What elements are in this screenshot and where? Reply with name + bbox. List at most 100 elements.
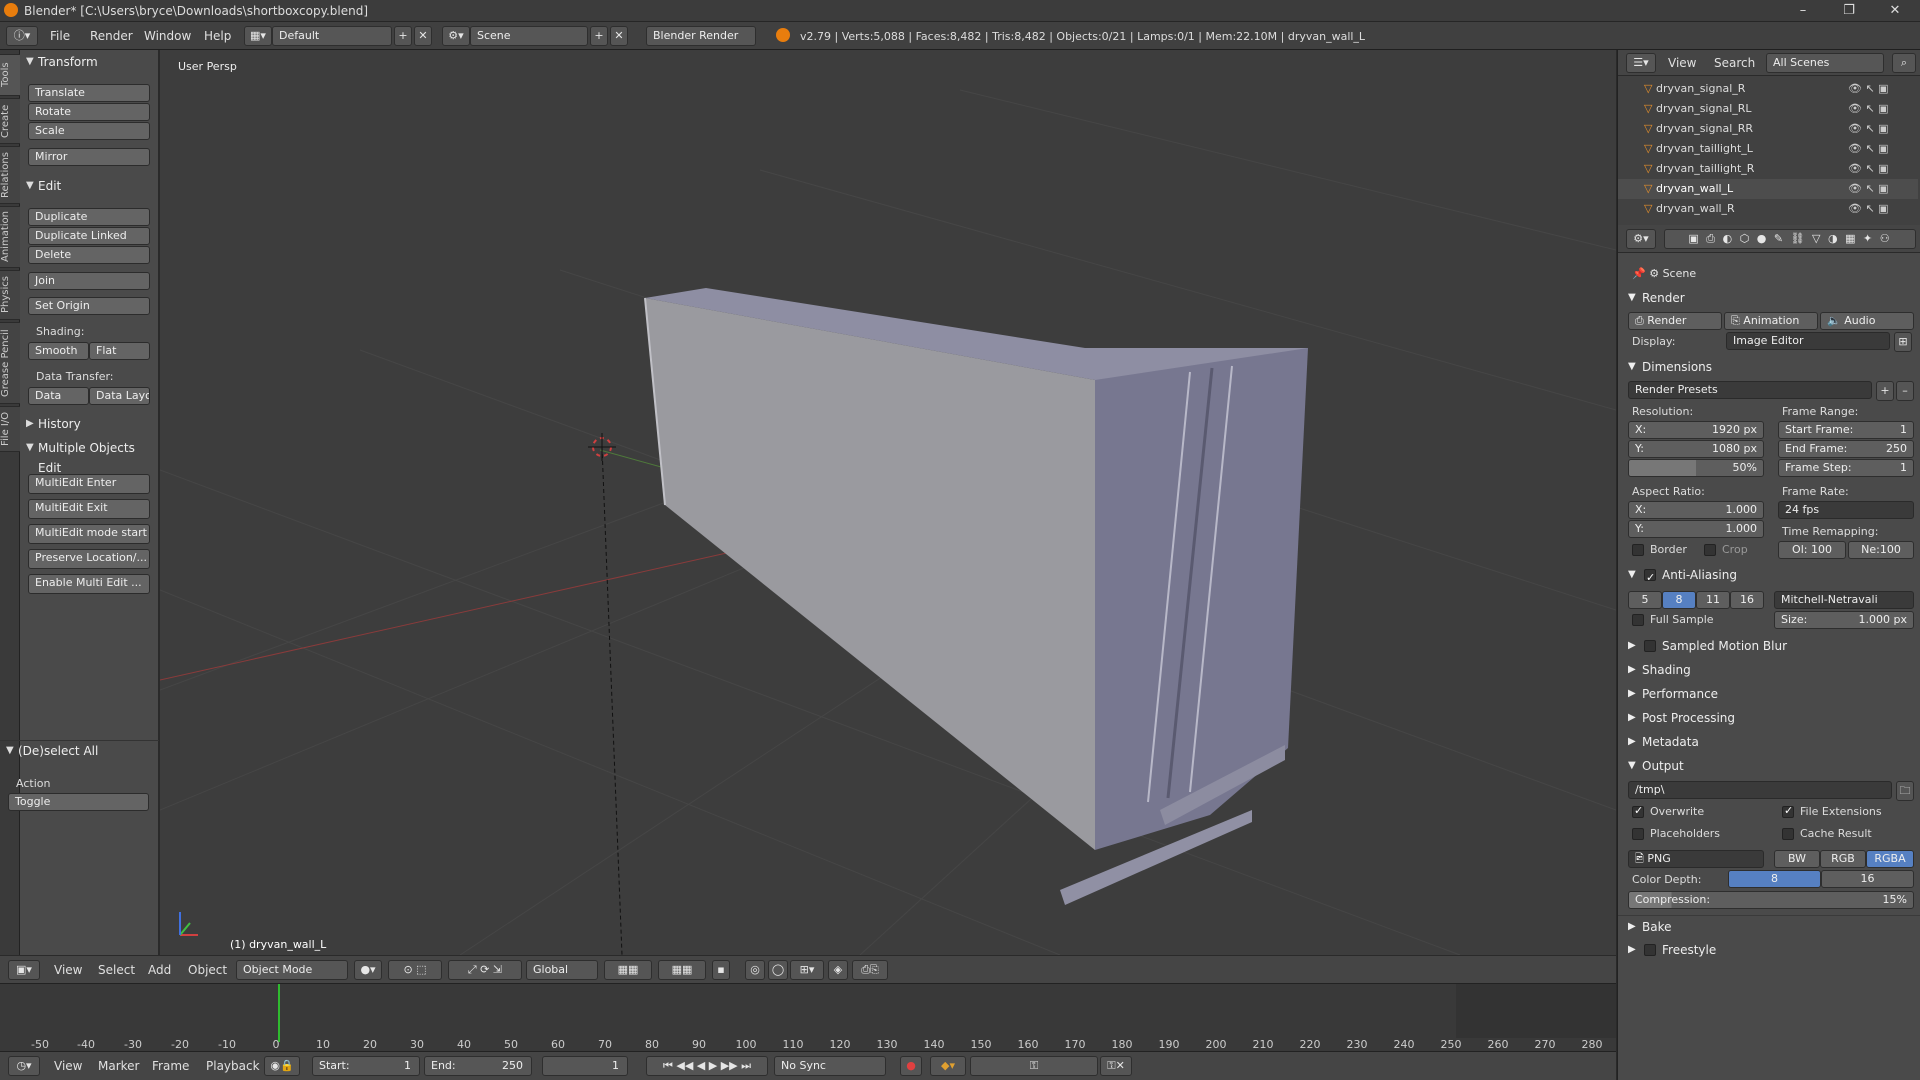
outliner-item[interactable]: ▽ dryvan_signal_RL 👁 ↖ ▣ (1618, 99, 1918, 119)
edit-panel-header[interactable]: ▼ Edit (20, 176, 159, 196)
file-format-dropdown[interactable]: 🖻 PNG (1628, 850, 1764, 868)
add-preset-icon[interactable]: + (1876, 381, 1894, 401)
menu-window[interactable]: Window (144, 29, 191, 43)
layout-dropdown[interactable]: Default (272, 26, 392, 46)
editor-type-icon[interactable]: ⓘ▾ (6, 26, 38, 46)
minimize-button[interactable]: – (1780, 0, 1826, 22)
remove-scene-icon[interactable]: ✕ (610, 26, 628, 46)
aa-samples-8[interactable]: 8 (1662, 591, 1696, 609)
aa-filter-dropdown[interactable]: Mitchell-Netravali (1774, 591, 1914, 609)
time-remap-new-field[interactable]: Ne:100 (1848, 541, 1914, 559)
playhead[interactable] (278, 984, 280, 1042)
add-layout-icon[interactable]: + (394, 26, 412, 46)
context-tabs[interactable]: ▣ ⎙ ◐ ⬡ ● ✎ ⛓ ▽ ◑ ▦ ✦ ⚇ (1664, 229, 1916, 249)
resolution-y-field[interactable]: Y: 1080 px (1628, 440, 1764, 458)
menu-marker[interactable]: Marker (98, 1059, 139, 1073)
multiedit-exit-button[interactable]: MultiEdit Exit (28, 499, 150, 519)
resolution-x-field[interactable]: X: 1920 px (1628, 421, 1764, 439)
start-frame-field[interactable]: Start Frame: 1 (1778, 421, 1914, 439)
menu-file[interactable]: File (50, 29, 70, 43)
mode-dropdown[interactable]: Object Mode (236, 960, 348, 980)
menu-add[interactable]: Add (148, 963, 171, 977)
display-dropdown[interactable]: Image Editor (1726, 332, 1890, 350)
tab-file-io[interactable]: File I/O (0, 406, 20, 452)
playback-controls[interactable]: ⏮ ◀◀ ◀ ▶ ▶▶ ⏭ (646, 1056, 768, 1076)
join-button[interactable]: Join (28, 272, 150, 290)
resolution-percentage-slider[interactable]: 50% (1628, 459, 1764, 477)
tab-relations[interactable]: Relations (0, 146, 20, 204)
pivot-snap-icon[interactable]: ⊙ ⬚ (388, 960, 442, 980)
add-scene-icon[interactable]: + (590, 26, 608, 46)
outliner-item[interactable]: ▽ dryvan_wall_R 👁 ↖ ▣ (1618, 199, 1918, 219)
layer-lock-icon[interactable]: ▪ (712, 960, 730, 980)
tab-tools[interactable]: Tools (0, 54, 20, 96)
multiedit-enter-button[interactable]: MultiEdit Enter (28, 474, 150, 494)
set-origin-dropdown[interactable]: Set Origin (28, 297, 150, 315)
anti-aliasing-panel-header[interactable]: ▼Anti-Aliasing (1618, 564, 1920, 589)
outliner-item[interactable]: ▽ dryvan_signal_RR 👁 ↖ ▣ (1618, 119, 1918, 139)
keying-icon[interactable]: ◆▾ (930, 1056, 966, 1076)
anti-aliasing-checkbox[interactable] (1644, 567, 1656, 589)
smooth-button[interactable]: Smooth (28, 342, 89, 360)
aspect-y-field[interactable]: Y: 1.000 (1628, 520, 1764, 538)
keyframe-insert-icon[interactable]: ⚿✕ (1100, 1056, 1132, 1076)
color-depth-8-button[interactable]: 8 (1728, 870, 1821, 888)
menu-search[interactable]: Search (1714, 56, 1755, 70)
transform-panel-header[interactable]: ▼ Transform (20, 52, 159, 72)
tab-grease-pencil[interactable]: Grease Pencil (0, 322, 20, 404)
end-frame-field[interactable]: End Frame: 250 (1778, 440, 1914, 458)
shading-mode-icon[interactable]: ●▾ (354, 960, 382, 980)
scene-dropdown[interactable]: Scene (470, 26, 588, 46)
manipulator-icon[interactable]: ⤢ ⟳ ⇲ (448, 960, 522, 980)
freestyle-panel-header[interactable]: ▶ Freestyle (1618, 939, 1920, 961)
border-checkbox[interactable] (1632, 544, 1644, 556)
aa-samples-11[interactable]: 11 (1696, 591, 1730, 609)
placeholders-checkbox[interactable] (1632, 828, 1644, 840)
flat-button[interactable]: Flat (89, 342, 150, 360)
editor-type-icon[interactable]: ▣▾ (8, 960, 40, 980)
performance-panel-header[interactable]: ▶ Performance (1618, 683, 1920, 705)
current-frame-field[interactable]: 1 (542, 1056, 628, 1076)
record-icon[interactable]: ● (900, 1056, 922, 1076)
snap-target-icon[interactable]: ◈ (828, 960, 848, 980)
display-mode-dropdown[interactable]: All Scenes (1766, 53, 1884, 73)
keying-set-field[interactable]: ⚿ (970, 1056, 1098, 1076)
translate-button[interactable]: Translate (28, 84, 150, 102)
data-button[interactable]: Data (28, 387, 89, 405)
deselect-all-header[interactable]: ▼ (De)select All (0, 740, 159, 760)
aspect-x-field[interactable]: X: 1.000 (1628, 501, 1764, 519)
editor-type-icon[interactable]: ◷▾ (8, 1056, 40, 1076)
menu-render[interactable]: Render (90, 29, 133, 43)
folder-icon[interactable]: 🗀 (1896, 781, 1914, 801)
proportional-falloff-icon[interactable]: ◯ (768, 960, 788, 980)
scale-button[interactable]: Scale (28, 122, 150, 140)
snap-icon[interactable]: ⊞▾ (790, 960, 824, 980)
compression-slider[interactable]: Compression: 15% (1628, 891, 1914, 909)
time-remap-old-field[interactable]: Ol: 100 (1778, 541, 1846, 559)
aa-size-field[interactable]: Size: 1.000 px (1774, 611, 1914, 629)
tab-create[interactable]: Create (0, 98, 20, 144)
delete-button[interactable]: Delete (28, 246, 150, 264)
lock-interface-icon[interactable]: ⊞ (1894, 332, 1912, 352)
preview-range-icon[interactable]: ◉🔒 (264, 1056, 300, 1076)
preserve-location-button[interactable]: Preserve Location/... (28, 549, 150, 569)
animation-button[interactable]: ⎘ Animation (1724, 312, 1818, 330)
file-extensions-checkbox[interactable] (1782, 804, 1794, 818)
action-dropdown[interactable]: Toggle (8, 793, 149, 811)
data-layout-button[interactable]: Data Layo (89, 387, 150, 405)
duplicate-linked-button[interactable]: Duplicate Linked (28, 227, 150, 245)
metadata-panel-header[interactable]: ▶ Metadata (1618, 731, 1920, 753)
mirror-button[interactable]: Mirror (28, 148, 150, 166)
rotate-button[interactable]: Rotate (28, 103, 150, 121)
proportional-edit-icon[interactable]: ◎ (745, 960, 765, 980)
editor-type-icon[interactable]: ⚙▾ (1626, 229, 1656, 249)
duplicate-button[interactable]: Duplicate (28, 208, 150, 226)
outliner-item[interactable]: ▽ dryvan_taillight_R 👁 ↖ ▣ (1618, 159, 1918, 179)
tab-animation[interactable]: Animation (0, 206, 20, 268)
aa-samples-5[interactable]: 5 (1628, 591, 1662, 609)
post-processing-panel-header[interactable]: ▶ Post Processing (1618, 707, 1920, 729)
render-buttons-icon[interactable]: ⎙⎘ (852, 960, 888, 980)
menu-object[interactable]: Object (188, 963, 227, 977)
motion-blur-checkbox[interactable] (1644, 640, 1656, 652)
orientation-dropdown[interactable]: Global (526, 960, 598, 980)
